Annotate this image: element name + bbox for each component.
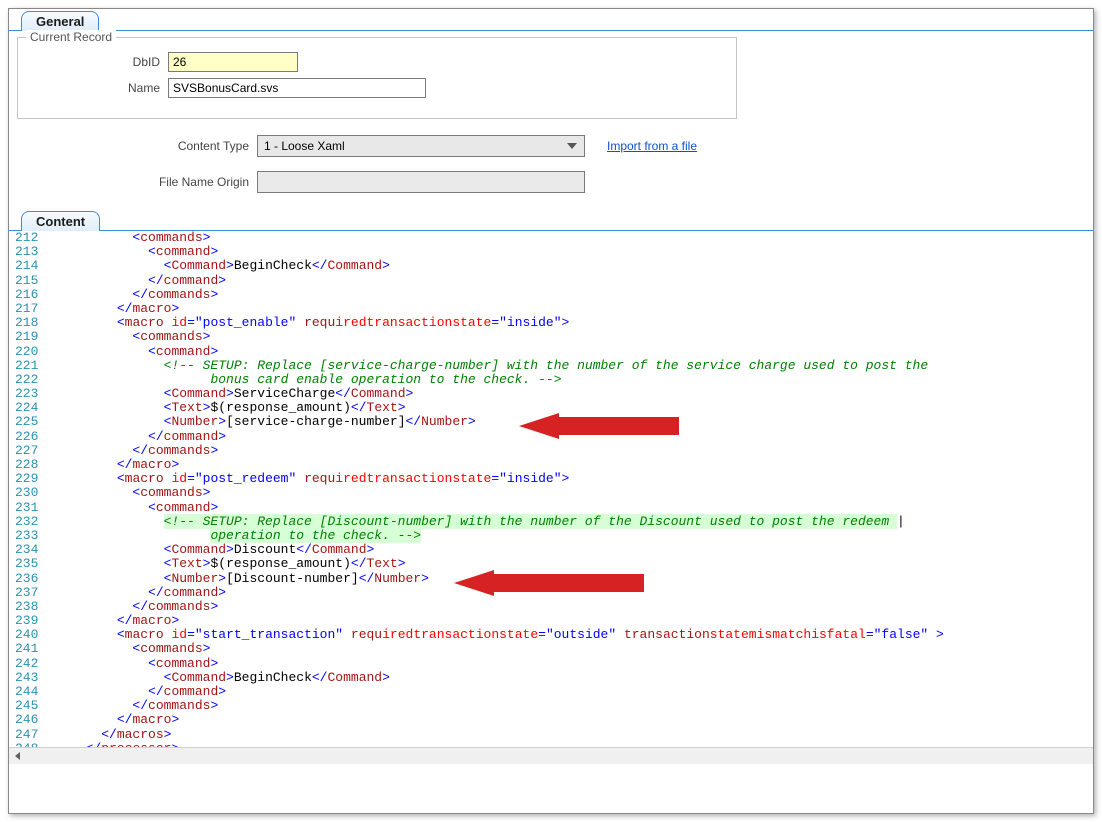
name-input[interactable] bbox=[168, 78, 426, 98]
code-line[interactable]: <Number>[service-charge-number]</Number> bbox=[54, 415, 943, 429]
import-from-file-link[interactable]: Import from a file bbox=[607, 139, 697, 153]
code-line[interactable]: <macro id="post_redeem" requiredtransact… bbox=[54, 472, 943, 486]
code-line[interactable]: </macro> bbox=[54, 302, 943, 316]
code-line[interactable]: <Command>ServiceCharge</Command> bbox=[54, 387, 943, 401]
code-line[interactable]: <Command>BeginCheck</Command> bbox=[54, 671, 943, 685]
code-line[interactable]: <command> bbox=[54, 657, 943, 671]
content-type-label: Content Type bbox=[17, 139, 257, 153]
code-line[interactable]: </commands> bbox=[54, 699, 943, 713]
code-line[interactable]: <command> bbox=[54, 345, 943, 359]
code-line[interactable]: </commands> bbox=[54, 288, 943, 302]
code-lines[interactable]: <commands> <command> <Command>BeginCheck… bbox=[44, 231, 943, 747]
code-line[interactable]: operation to the check. --> bbox=[54, 529, 943, 543]
code-line[interactable]: <macro id="post_enable" requiredtransact… bbox=[54, 316, 943, 330]
content-type-value: 1 - Loose Xaml bbox=[264, 139, 345, 153]
code-line[interactable]: </commands> bbox=[54, 444, 943, 458]
code-line[interactable]: <Command>Discount</Command> bbox=[54, 543, 943, 557]
general-panel: Current Record DbID Name Content Type 1 … bbox=[9, 31, 1093, 209]
code-line[interactable]: <Text>$(response_amount)</Text> bbox=[54, 401, 943, 415]
dbid-label: DbID bbox=[28, 55, 168, 69]
code-line[interactable]: <macro id="start_transaction" requiredtr… bbox=[54, 628, 943, 642]
content-type-combo[interactable]: 1 - Loose Xaml bbox=[257, 135, 585, 157]
file-name-origin-box bbox=[257, 171, 585, 193]
horizontal-scrollbar[interactable] bbox=[9, 747, 1093, 764]
code-editor[interactable]: 2122132142152162172182192202212222232242… bbox=[9, 231, 1093, 747]
chevron-down-icon bbox=[564, 138, 580, 154]
current-record-fieldset: Current Record DbID Name bbox=[17, 37, 737, 119]
code-line[interactable]: </macro> bbox=[54, 614, 943, 628]
line-gutter: 2122132142152162172182192202212222232242… bbox=[9, 231, 44, 747]
fieldset-legend: Current Record bbox=[26, 30, 116, 44]
code-line[interactable]: <command> bbox=[54, 245, 943, 259]
code-line[interactable]: </macro> bbox=[54, 458, 943, 472]
general-tab-strip: General bbox=[9, 9, 1093, 31]
code-line[interactable]: <commands> bbox=[54, 642, 943, 656]
code-line[interactable]: <!-- SETUP: Replace [service-charge-numb… bbox=[54, 359, 943, 373]
code-line[interactable]: bonus card enable operation to the check… bbox=[54, 373, 943, 387]
tab-content[interactable]: Content bbox=[21, 211, 100, 231]
code-line[interactable]: </command> bbox=[54, 430, 943, 444]
code-line[interactable]: <Number>[Discount-number]</Number> bbox=[54, 572, 943, 586]
code-line[interactable]: <commands> bbox=[54, 330, 943, 344]
code-line[interactable]: </macros> bbox=[54, 728, 943, 742]
code-line[interactable]: </command> bbox=[54, 586, 943, 600]
code-area: 2122132142152162172182192202212222232242… bbox=[9, 230, 1093, 764]
scroll-left-icon[interactable] bbox=[9, 748, 26, 765]
code-line[interactable]: </command> bbox=[54, 274, 943, 288]
code-line[interactable]: </macro> bbox=[54, 713, 943, 727]
content-tab-strip: Content bbox=[9, 209, 1093, 231]
code-line[interactable]: <commands> bbox=[54, 231, 943, 245]
name-label: Name bbox=[28, 81, 168, 95]
code-line[interactable]: </command> bbox=[54, 685, 943, 699]
file-name-origin-label: File Name Origin bbox=[17, 175, 257, 189]
tab-general[interactable]: General bbox=[21, 11, 99, 31]
code-line[interactable]: </processor> bbox=[54, 742, 943, 747]
code-line[interactable]: </commands> bbox=[54, 600, 943, 614]
code-line[interactable]: <Command>BeginCheck</Command> bbox=[54, 259, 943, 273]
code-line[interactable]: <Text>$(response_amount)</Text> bbox=[54, 557, 943, 571]
code-line[interactable]: <!-- SETUP: Replace [Discount-number] wi… bbox=[54, 515, 943, 529]
dbid-input[interactable] bbox=[168, 52, 298, 72]
code-line[interactable]: <command> bbox=[54, 501, 943, 515]
code-line[interactable]: <commands> bbox=[54, 486, 943, 500]
